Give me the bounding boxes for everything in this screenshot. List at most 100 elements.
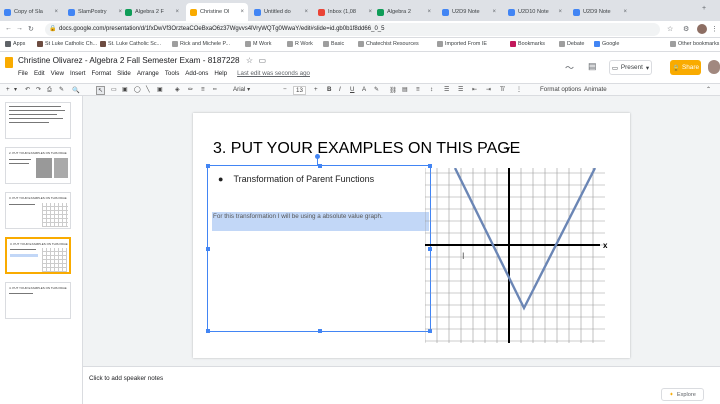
indent-increase-icon[interactable]: ⇥ bbox=[486, 86, 491, 93]
browser-tab[interactable]: SlamPostry × bbox=[64, 3, 126, 21]
bookmark-item[interactable]: Apps bbox=[5, 41, 25, 47]
star-icon[interactable]: ☆ bbox=[667, 25, 673, 33]
text-box-selection[interactable] bbox=[206, 164, 432, 333]
close-tab-icon[interactable]: × bbox=[623, 9, 627, 15]
menu-item-addons[interactable]: Add-ons bbox=[185, 70, 208, 77]
shape-icon[interactable]: ◯ bbox=[134, 86, 141, 93]
reload-icon[interactable]: ↻ bbox=[28, 25, 34, 33]
print-icon[interactable]: ⎙ bbox=[47, 86, 52, 94]
bookmark-item[interactable]: R Work bbox=[287, 41, 313, 47]
bookmark-item[interactable]: St Luke Catholic Ch... bbox=[37, 41, 97, 47]
new-slide-icon[interactable]: + bbox=[6, 86, 10, 93]
star-doc-icon[interactable]: ☆ bbox=[246, 56, 253, 65]
address-bar[interactable]: 🔒 docs.google.com/presentation/d/1fxDwVf… bbox=[45, 23, 660, 36]
move-folder-icon[interactable]: ▭ bbox=[259, 56, 267, 65]
bookmark-item[interactable]: M Work bbox=[245, 41, 271, 47]
bookmark-item[interactable]: Chatechist Resources bbox=[358, 41, 419, 47]
present-button[interactable]: ▭ Present ▾ bbox=[609, 60, 652, 75]
bookmark-item[interactable]: Rick and Michele P... bbox=[172, 41, 230, 47]
close-tab-icon[interactable]: × bbox=[54, 9, 58, 15]
new-tab-icon[interactable]: + bbox=[702, 5, 706, 12]
menu-item-edit[interactable]: Edit bbox=[34, 70, 45, 77]
chevron-down-icon[interactable]: ▾ bbox=[14, 86, 17, 93]
link-icon[interactable]: ⛓ bbox=[389, 86, 397, 94]
slide-canvas[interactable]: 3. PUT YOUR EXAMPLES ON THIS PAGE ● Tran… bbox=[83, 96, 720, 371]
slide[interactable]: 3. PUT YOUR EXAMPLES ON THIS PAGE ● Tran… bbox=[193, 113, 630, 358]
browser-tab[interactable]: Algebra 2 F × bbox=[121, 3, 183, 21]
bookmark-item[interactable]: Other bookmarks bbox=[670, 41, 719, 47]
line-icon[interactable]: ╲ bbox=[146, 86, 150, 93]
text-box-icon[interactable]: ▭ bbox=[111, 86, 117, 93]
highlight-icon[interactable]: ✎ bbox=[374, 86, 379, 93]
underline-icon[interactable]: U bbox=[350, 86, 354, 93]
bulleted-list-icon[interactable]: ☰ bbox=[458, 86, 464, 93]
resize-handle[interactable] bbox=[206, 329, 210, 333]
zoom-icon[interactable]: 🔍 bbox=[72, 86, 80, 94]
increase-font-icon[interactable]: + bbox=[314, 86, 318, 93]
browser-tab[interactable]: U2D9 Note × bbox=[569, 3, 631, 21]
browser-tab[interactable]: Algebra 2 × bbox=[373, 3, 435, 21]
indent-decrease-icon[interactable]: ⇤ bbox=[472, 86, 477, 93]
redo-icon[interactable]: ↷ bbox=[36, 86, 41, 93]
close-tab-icon[interactable]: × bbox=[240, 9, 244, 15]
paint-format-icon[interactable]: ✎ bbox=[59, 86, 64, 93]
resize-handle[interactable] bbox=[206, 164, 210, 168]
speaker-notes[interactable]: Click to add speaker notes ✦ Explore bbox=[83, 366, 720, 404]
activity-icon[interactable]: 〜 bbox=[565, 61, 574, 74]
comment-add-icon[interactable]: ▣ bbox=[157, 86, 163, 93]
slides-logo-icon[interactable] bbox=[5, 57, 13, 68]
numbered-list-icon[interactable]: ☰ bbox=[444, 86, 450, 93]
animate-button[interactable]: Animate bbox=[584, 86, 607, 93]
forward-icon[interactable]: → bbox=[16, 25, 23, 32]
border-weight-icon[interactable]: ≡ bbox=[201, 86, 205, 93]
fill-color-icon[interactable]: ◈ bbox=[175, 86, 180, 93]
share-button[interactable]: 🔒 Share bbox=[670, 60, 701, 75]
more-icon[interactable]: ⋮ bbox=[516, 86, 522, 93]
menu-item-file[interactable]: File bbox=[18, 70, 28, 77]
browser-tab[interactable]: Untitled do × bbox=[250, 3, 312, 21]
resize-handle[interactable] bbox=[318, 164, 322, 168]
browser-tab[interactable]: Inbox (1,08 × bbox=[314, 3, 376, 21]
text-color-icon[interactable]: A bbox=[362, 86, 366, 93]
font-family-select[interactable]: Arial ▾ bbox=[233, 86, 273, 93]
close-tab-icon[interactable]: × bbox=[427, 9, 431, 15]
bookmark-item[interactable]: Google bbox=[594, 41, 619, 47]
close-tab-icon[interactable]: × bbox=[492, 9, 496, 15]
resize-handle[interactable] bbox=[318, 329, 322, 333]
browser-tab[interactable]: U2D9 Note × bbox=[438, 3, 500, 21]
slide-title[interactable]: 3. PUT YOUR EXAMPLES ON THIS PAGE bbox=[213, 140, 520, 158]
bookmark-item[interactable]: St. Luke Catholic Sc... bbox=[100, 41, 161, 47]
profile-avatar[interactable] bbox=[697, 24, 707, 34]
browser-tab[interactable]: Christine Ol × bbox=[186, 3, 248, 21]
border-dash-icon[interactable]: ┅ bbox=[213, 86, 217, 93]
close-tab-icon[interactable]: × bbox=[368, 9, 372, 15]
format-options-button[interactable]: Format options bbox=[540, 86, 581, 93]
chrome-menu-icon[interactable]: ⋮ bbox=[711, 25, 718, 33]
extensions-icon[interactable]: ⚙ bbox=[683, 25, 689, 33]
user-avatar[interactable] bbox=[708, 60, 720, 74]
image-icon[interactable]: ▣ bbox=[122, 86, 128, 93]
back-icon[interactable]: ← bbox=[5, 25, 12, 32]
clear-format-icon[interactable]: T̸ bbox=[500, 86, 504, 93]
border-color-icon[interactable]: ✏ bbox=[188, 86, 193, 93]
line-spacing-icon[interactable]: ↕ bbox=[430, 86, 433, 93]
collapse-icon[interactable]: ⌃ bbox=[706, 86, 711, 93]
bookmark-item[interactable]: Debate bbox=[559, 41, 584, 47]
slide-thumbnail-1[interactable] bbox=[5, 102, 71, 139]
bookmark-item[interactable]: Basic bbox=[323, 41, 344, 47]
comment-icon-tb[interactable]: ▤ bbox=[402, 86, 408, 93]
menu-item-slide[interactable]: Slide bbox=[117, 70, 131, 77]
absolute-value-graph[interactable]: x bbox=[425, 168, 625, 343]
last-edit-link[interactable]: Last edit was seconds ago bbox=[237, 70, 310, 77]
menu-item-view[interactable]: View bbox=[51, 70, 64, 77]
italic-icon[interactable]: I bbox=[339, 86, 341, 93]
font-size-input[interactable]: 13 bbox=[293, 86, 306, 95]
undo-icon[interactable]: ↶ bbox=[25, 86, 30, 93]
decrease-font-icon[interactable]: − bbox=[283, 86, 287, 93]
slide-thumbnail-2[interactable]: 2. PUT YOUR EXAMPLES ON THIS PAGE bbox=[5, 147, 71, 184]
bookmark-item[interactable]: Bookmarks bbox=[510, 41, 545, 47]
slide-thumbnail-3[interactable]: 3. PUT YOUR EXAMPLES ON THIS PAGE bbox=[5, 192, 71, 229]
explore-button[interactable]: ✦ Explore bbox=[661, 388, 704, 401]
resize-handle[interactable] bbox=[206, 247, 210, 251]
bookmark-item[interactable]: Imported From IE bbox=[437, 41, 487, 47]
